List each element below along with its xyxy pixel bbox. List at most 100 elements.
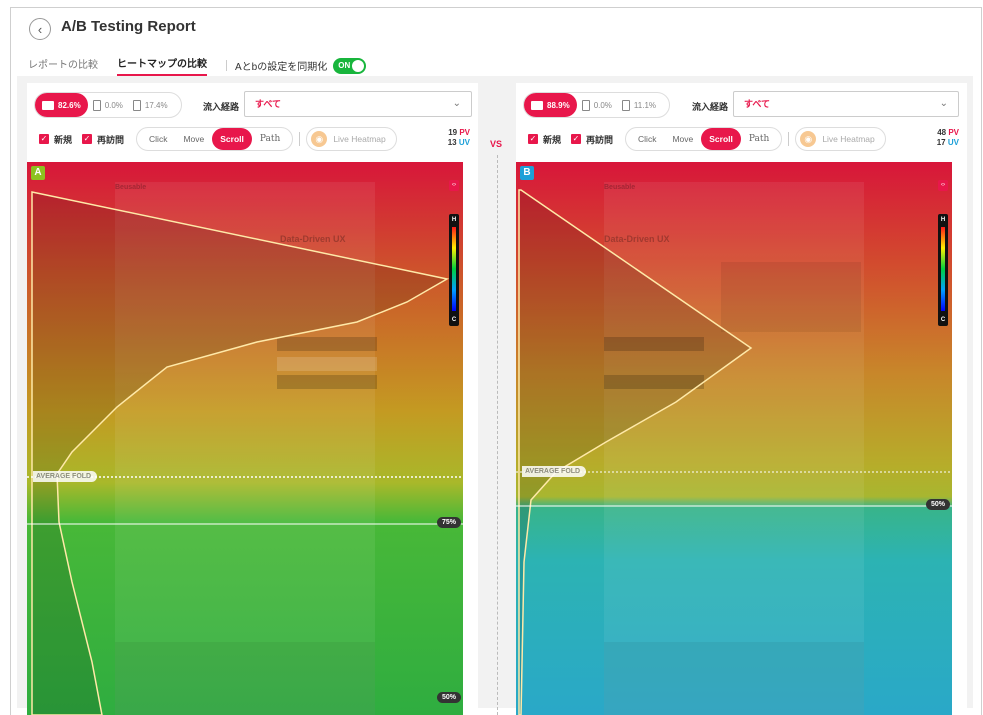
divider [788, 132, 790, 146]
returning-checkbox[interactable]: ✓ [571, 134, 582, 144]
filter-row: ✓ 新規 ✓ 再訪問 Click Move Scroll Path ◉ Live He… [39, 127, 397, 151]
device-mobile[interactable]: 0.0% [577, 93, 617, 117]
divider [299, 132, 301, 146]
legend-low: C [451, 317, 457, 323]
source-value: すべて [744, 99, 771, 109]
page-ghost [604, 182, 864, 715]
mode-move[interactable]: Move [175, 128, 212, 150]
mode-path[interactable]: Path [252, 128, 288, 150]
device-filter: 88.9% 0.0% 11.1% [523, 92, 671, 118]
code-icon[interactable]: ‹› [449, 180, 459, 191]
tab-report-compare[interactable]: レポートの比較 [28, 56, 98, 75]
heatmap-b[interactable]: Beusable Data-Driven UX B AVERAGE FOLD 5… [516, 162, 952, 715]
uv-value: 17 [936, 138, 946, 147]
ghost-block [277, 357, 377, 371]
mode-scroll[interactable]: Scroll [212, 128, 252, 150]
legend-high: H [940, 217, 946, 223]
live-heatmap-button[interactable]: ◉ Live Heatmap [795, 127, 886, 151]
vs-label: VS [490, 139, 503, 149]
panel-divider [497, 155, 498, 715]
code-icon[interactable]: ‹› [938, 180, 948, 191]
heatmap-a[interactable]: Beusable Data-Driven UX A AVERAGE FOLD 7… [27, 162, 463, 715]
ghost-logo: Beusable [604, 184, 636, 191]
uv-value: 13 [447, 138, 457, 147]
toggle-knob [352, 59, 365, 72]
panel-b: 88.9% 0.0% 11.1% 流入経路 すべて ⌄ ✓ 新規 ✓ 再訪問 Clic… [516, 83, 967, 715]
uv-label: UV [458, 138, 470, 147]
mode-path[interactable]: Path [741, 128, 777, 150]
legend-low: C [940, 317, 946, 323]
ghost-block [604, 642, 864, 715]
tablet-icon [621, 99, 630, 111]
mode-switch: Click Move Scroll Path [625, 127, 783, 151]
ghost-heading: Data-Driven UX [280, 234, 346, 244]
back-button[interactable]: ‹ [29, 18, 51, 40]
device-mobile-value: 0.0% [593, 100, 612, 110]
monitor-icon [42, 100, 54, 110]
pv-label: PV [459, 128, 470, 137]
marker-50: 50% [436, 692, 461, 703]
live-icon: ◉ [311, 131, 328, 147]
new-checkbox[interactable]: ✓ [39, 134, 49, 144]
legend-gradient [941, 227, 945, 311]
scroll-heatmap-b [516, 162, 952, 715]
ghost-heading: Data-Driven UX [604, 234, 670, 244]
chevron-down-icon: ⌄ [452, 98, 461, 109]
scroll-heatmap-a [27, 162, 463, 715]
side-tools: ‹› [938, 180, 948, 196]
sync-label: Aとbの設定を同期化 [235, 62, 328, 73]
pv-uv-stats: 19 PV 13 UV [448, 128, 470, 148]
device-pc[interactable]: 88.9% [524, 93, 577, 117]
tablet-icon [132, 99, 141, 111]
live-heatmap-label: Live Heatmap [333, 134, 386, 144]
phone-icon [92, 99, 101, 111]
marker-50: 50% [925, 499, 950, 510]
device-tablet-value: 11.1% [633, 100, 657, 110]
device-tablet[interactable]: 17.4% [128, 93, 173, 117]
source-label: 流入経路 [203, 102, 240, 112]
heat-legend: H C [938, 214, 948, 326]
new-label: 新規 [543, 134, 562, 145]
device-filter: 82.6% 0.0% 17.4% [34, 92, 182, 118]
live-heatmap-label: Live Heatmap [822, 134, 875, 144]
device-tablet[interactable]: 11.1% [617, 93, 661, 117]
chevron-down-icon: ⌄ [939, 98, 948, 109]
sync-toggle[interactable]: ON [333, 57, 367, 74]
pv-label: PV [948, 128, 959, 137]
sync-toggle-label: ON [338, 60, 351, 70]
device-mobile-value: 0.0% [104, 100, 123, 110]
pv-uv-stats: 48 PV 17 UV [937, 128, 959, 148]
device-pc[interactable]: 82.6% [35, 93, 88, 117]
average-fold-label: AVERAGE FOLD [33, 471, 98, 482]
source-select[interactable]: すべて ⌄ [244, 91, 472, 117]
ghost-block [277, 375, 377, 389]
monitor-icon [531, 100, 543, 110]
ghost-logo: Beusable [115, 184, 147, 191]
mode-click[interactable]: Click [141, 128, 175, 150]
returning-checkbox[interactable]: ✓ [82, 134, 93, 144]
mode-switch: Click Move Scroll Path [136, 127, 294, 151]
pv-value: 19 [448, 128, 458, 137]
device-tablet-value: 17.4% [144, 100, 168, 110]
panel-a: 82.6% 0.0% 17.4% 流入経路 すべて ⌄ ✓ 新規 ✓ 再訪問 Clic… [27, 83, 478, 715]
page-title: A/B Testing Report [61, 18, 196, 35]
chevron-left-icon: ‹ [37, 21, 43, 37]
tab-heatmap-compare[interactable]: ヒートマップの比較 [117, 55, 207, 76]
new-checkbox[interactable]: ✓ [528, 134, 538, 144]
mode-scroll[interactable]: Scroll [701, 128, 741, 150]
mode-move[interactable]: Move [664, 128, 701, 150]
device-mobile[interactable]: 0.0% [88, 93, 128, 117]
source-select[interactable]: すべて ⌄ [733, 91, 959, 117]
new-label: 新規 [54, 134, 73, 145]
ghost-block [115, 642, 375, 715]
average-fold-label: AVERAGE FOLD [522, 466, 587, 477]
legend-gradient [452, 227, 456, 311]
ghost-block [277, 337, 377, 351]
live-icon: ◉ [800, 131, 817, 147]
live-heatmap-button[interactable]: ◉ Live Heatmap [306, 127, 397, 151]
side-tools: ‹› [449, 180, 459, 196]
uv-label: UV [947, 138, 959, 147]
heat-legend: H C [449, 214, 459, 326]
pv-value: 48 [937, 128, 947, 137]
mode-click[interactable]: Click [630, 128, 664, 150]
